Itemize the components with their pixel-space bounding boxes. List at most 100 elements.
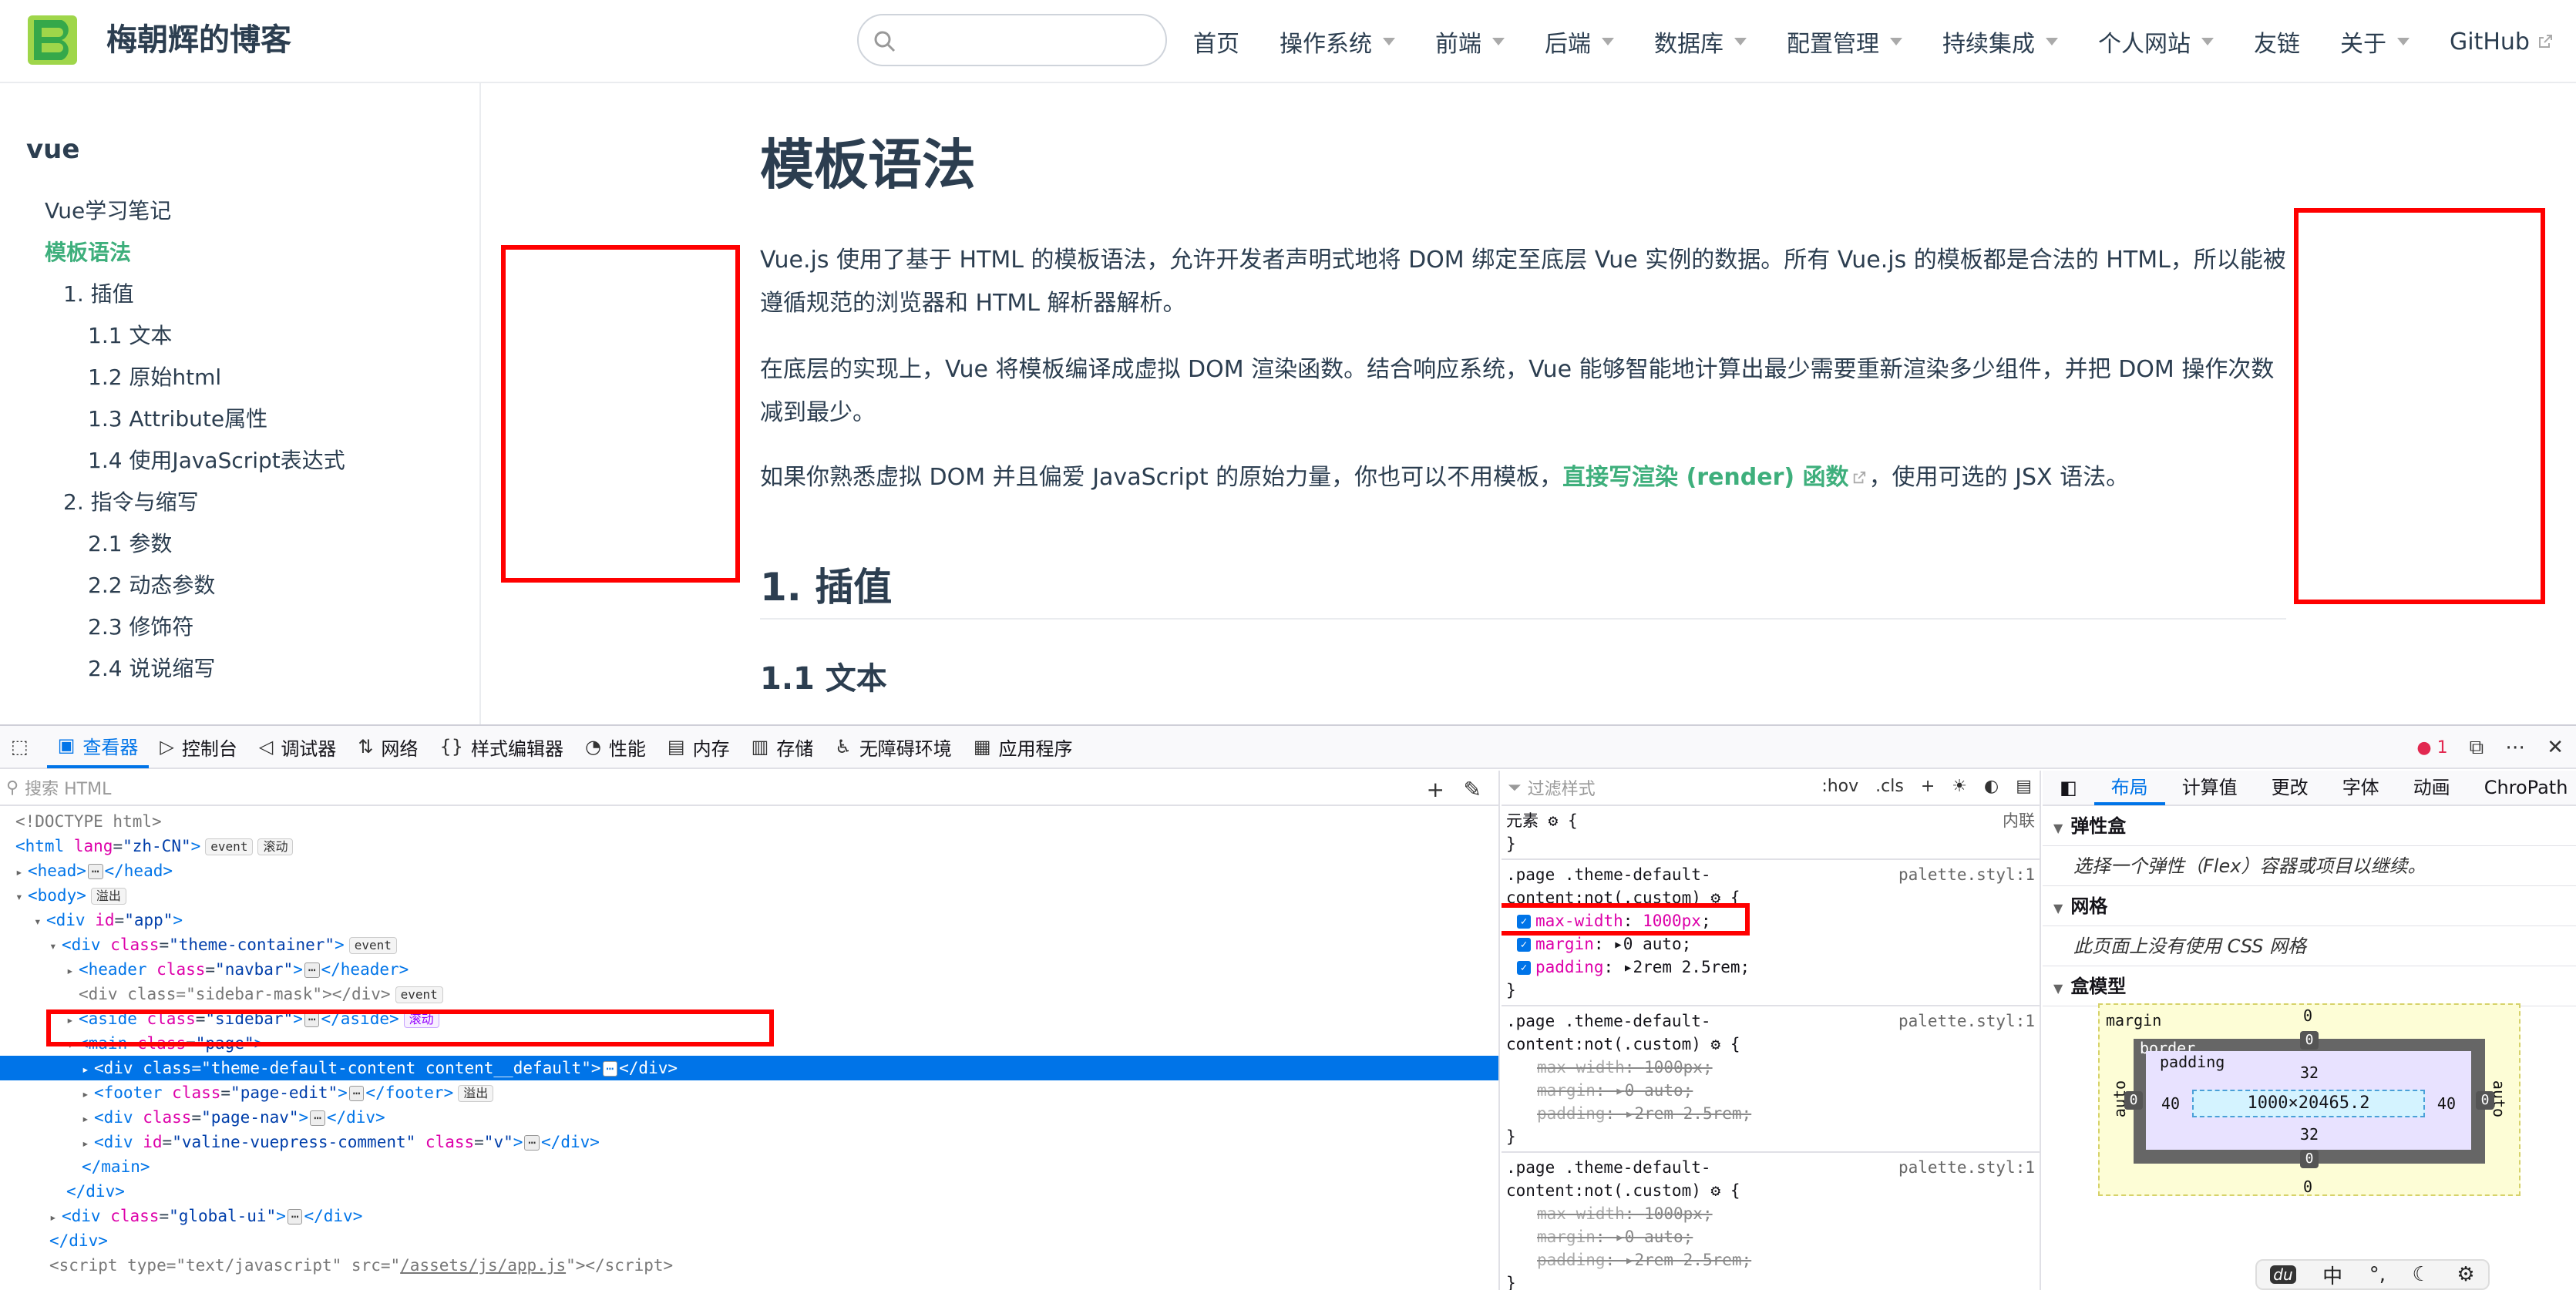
cls-toggle[interactable]: .cls [1875,777,1904,796]
ime-punctuation-toggle[interactable]: °, [2369,1263,2386,1286]
nav-github[interactable]: GitHub [2450,29,2553,55]
nav-home[interactable]: 首页 [1193,25,1239,59]
nav-database[interactable]: 数据库 [1654,25,1747,59]
ime-logo[interactable]: du [2270,1265,2296,1284]
css-declaration-overridden[interactable]: margin: ▸0 auto; [1506,1225,2035,1248]
border-right-value[interactable]: 0 [2476,1091,2494,1110]
dock-icon[interactable]: ⧉ [2470,736,2484,760]
css-declaration-overridden[interactable]: max-width: 1000px; [1506,1056,2035,1079]
sidebar-item[interactable]: 2. 指令与缩写 [63,485,199,516]
nav-frontend[interactable]: 前端 [1435,25,1505,59]
html-search-input[interactable]: ⚲ 搜索 HTML + ✎ [0,771,1498,806]
tab-style-editor[interactable]: {} 样式编辑器 [429,725,574,768]
rule-source-link[interactable]: palette.styl:1 [1898,863,2035,886]
margin-top-value[interactable]: 0 [2303,1006,2312,1025]
tab-accessibility[interactable]: ♿ 无障碍环境 [824,725,963,768]
nav-links-friends[interactable]: 友链 [2254,25,2300,59]
border-left-value[interactable]: 0 [2124,1091,2143,1110]
hov-toggle[interactable]: :hov [1821,777,1858,796]
css-declaration-overridden[interactable]: padding: ▸2rem 2.5rem; [1506,1248,2035,1272]
tab-console[interactable]: ▷ 控制台 [149,725,247,768]
tab-debugger[interactable]: ◁ 调试器 [248,725,347,768]
grid-section-header[interactable]: ▼ 网格 [2043,886,2576,926]
tab-network[interactable]: ⇅ 网络 [347,725,429,768]
moon-icon[interactable]: ☾ [2413,1263,2430,1286]
tab-changes[interactable]: 更改 [2255,771,2325,805]
sidebar-item[interactable]: 1.1 文本 [88,319,172,350]
nav-ci[interactable]: 持续集成 [1942,25,2058,59]
border-top-value[interactable]: 0 [2300,1031,2319,1050]
sidebar-item[interactable]: 2.3 修饰符 [88,610,193,641]
tab-animations[interactable]: 动画 [2396,771,2467,805]
toggle-sidebar-icon[interactable]: ◧ [2043,771,2094,805]
tab-storage[interactable]: ▥ 存储 [741,725,825,768]
render-function-link[interactable]: 直接写渲染 (render) 函数 [1562,464,1848,491]
css-filter-input[interactable]: ⏷ 过滤样式 :hov .cls + ☀ ◐ ▤ [1502,771,2040,806]
nav-about[interactable]: 关于 [2340,25,2410,59]
gear-icon[interactable]: ⚙ [1549,811,1559,830]
tab-memory[interactable]: ▤ 内存 [657,725,741,768]
tree-row[interactable]: ▸ <header class="navbar"> ⋯ </header> [0,957,1498,982]
light-theme-icon[interactable]: ☀ [1952,777,1967,796]
sidebar-item[interactable]: 2.2 动态参数 [88,569,215,600]
tree-row[interactable]: </div> [0,1179,1498,1204]
padding-left-value[interactable]: 40 [2161,1094,2180,1113]
logo-icon[interactable] [28,15,77,65]
rule-source-link[interactable]: palette.styl:1 [1898,1156,2035,1179]
border-bottom-value[interactable]: 0 [2300,1150,2319,1168]
sidebar-group-title[interactable]: vue [26,134,79,165]
sidebar-item[interactable]: 2.1 参数 [88,527,172,558]
nav-os[interactable]: 操作系统 [1280,25,1395,59]
tab-application[interactable]: ▦ 应用程序 [963,725,1084,768]
tab-inspector[interactable]: ▣ 查看器 [46,725,150,768]
padding-top-value[interactable]: 32 [2300,1063,2319,1082]
sidebar-item[interactable]: 1.4 使用JavaScript表达式 [88,444,345,475]
gear-icon[interactable]: ⚙ [1711,1035,1721,1053]
nav-backend[interactable]: 后端 [1545,25,1614,59]
pick-element-button[interactable]: ⬚ [0,725,47,768]
add-node-icon[interactable]: + [1427,777,1444,802]
tree-row[interactable]: ▸ <div class="page-nav"> ⋯ </div> [0,1105,1498,1130]
css-declaration-overridden[interactable]: padding: ▸2rem 2.5rem; [1506,1102,2035,1125]
add-rule-icon[interactable]: + [1921,777,1935,796]
nav-config[interactable]: 配置管理 [1787,25,1902,59]
tree-row[interactable]: </div> [0,1228,1498,1253]
css-declaration-overridden[interactable]: margin: ▸0 auto; [1506,1079,2035,1102]
nav-personal[interactable]: 个人网站 [2098,25,2214,59]
css-declaration[interactable]: ✓ margin: ▸0 auto; [1506,932,2035,956]
padding-bottom-value[interactable]: 32 [2300,1125,2319,1144]
tree-row-selected[interactable]: ▸ <div class="theme-default-content conte… [0,1056,1498,1080]
tree-row[interactable]: ▸ <div class="global-ui"> ⋯ </div> [0,1204,1498,1228]
css-declaration-overridden[interactable]: max-width: 1000px; [1506,1202,2035,1225]
error-count[interactable]: ● 1 [2416,738,2447,758]
tree-row[interactable]: ▾ <div class="theme-container"> event [0,932,1498,957]
tree-row[interactable]: <script type="text/javascript" src="/ass… [0,1253,1498,1278]
ime-chinese-toggle[interactable]: 中 [2322,1261,2342,1289]
rule-source-link[interactable]: palette.styl:1 [1898,1009,2035,1033]
tree-row[interactable]: <html lang="zh-CN"> event 滚动 [0,834,1498,858]
tab-chropath[interactable]: ChroPath [2467,771,2576,805]
tab-layout[interactable]: 布局 [2093,771,2165,805]
css-declaration[interactable]: ✓ padding: ▸2rem 2.5rem; [1506,956,2035,979]
content-box-size[interactable]: 1000×20465.2 [2192,1090,2425,1117]
dark-theme-icon[interactable]: ◐ [1984,777,1999,796]
margin-bottom-value[interactable]: 0 [2303,1177,2312,1196]
tree-row[interactable]: <!DOCTYPE html> [0,809,1498,834]
sidebar-item[interactable]: Vue学习笔记 [45,194,171,225]
tree-row[interactable]: ▾ <div id="app"> [0,908,1498,932]
tree-row[interactable]: ▸ <head> ⋯ </head> [0,858,1498,883]
boxmodel-section-header[interactable]: ▼ 盒模型 [2043,966,2576,1006]
site-title[interactable]: 梅朝辉的博客 [106,17,291,63]
declaration-checkbox[interactable]: ✓ [1517,938,1531,952]
tree-row[interactable]: <div class="sidebar-mask"></div> event [0,982,1498,1006]
padding-right-value[interactable]: 40 [2437,1094,2456,1113]
tree-row[interactable]: ▸ <div id="valine-vuepress-comment" class… [0,1130,1498,1154]
close-icon[interactable]: ✕ [2547,736,2564,759]
tab-computed[interactable]: 计算值 [2165,771,2255,805]
tab-performance[interactable]: ◔ 性能 [574,725,657,768]
sidebar-item[interactable]: 1.3 Attribute属性 [88,402,267,433]
declaration-checkbox[interactable]: ✓ [1517,961,1531,975]
tree-row[interactable]: </main> [0,1154,1498,1179]
gear-icon[interactable]: ⚙ [1711,1181,1721,1200]
print-media-icon[interactable]: ▤ [2016,777,2032,796]
